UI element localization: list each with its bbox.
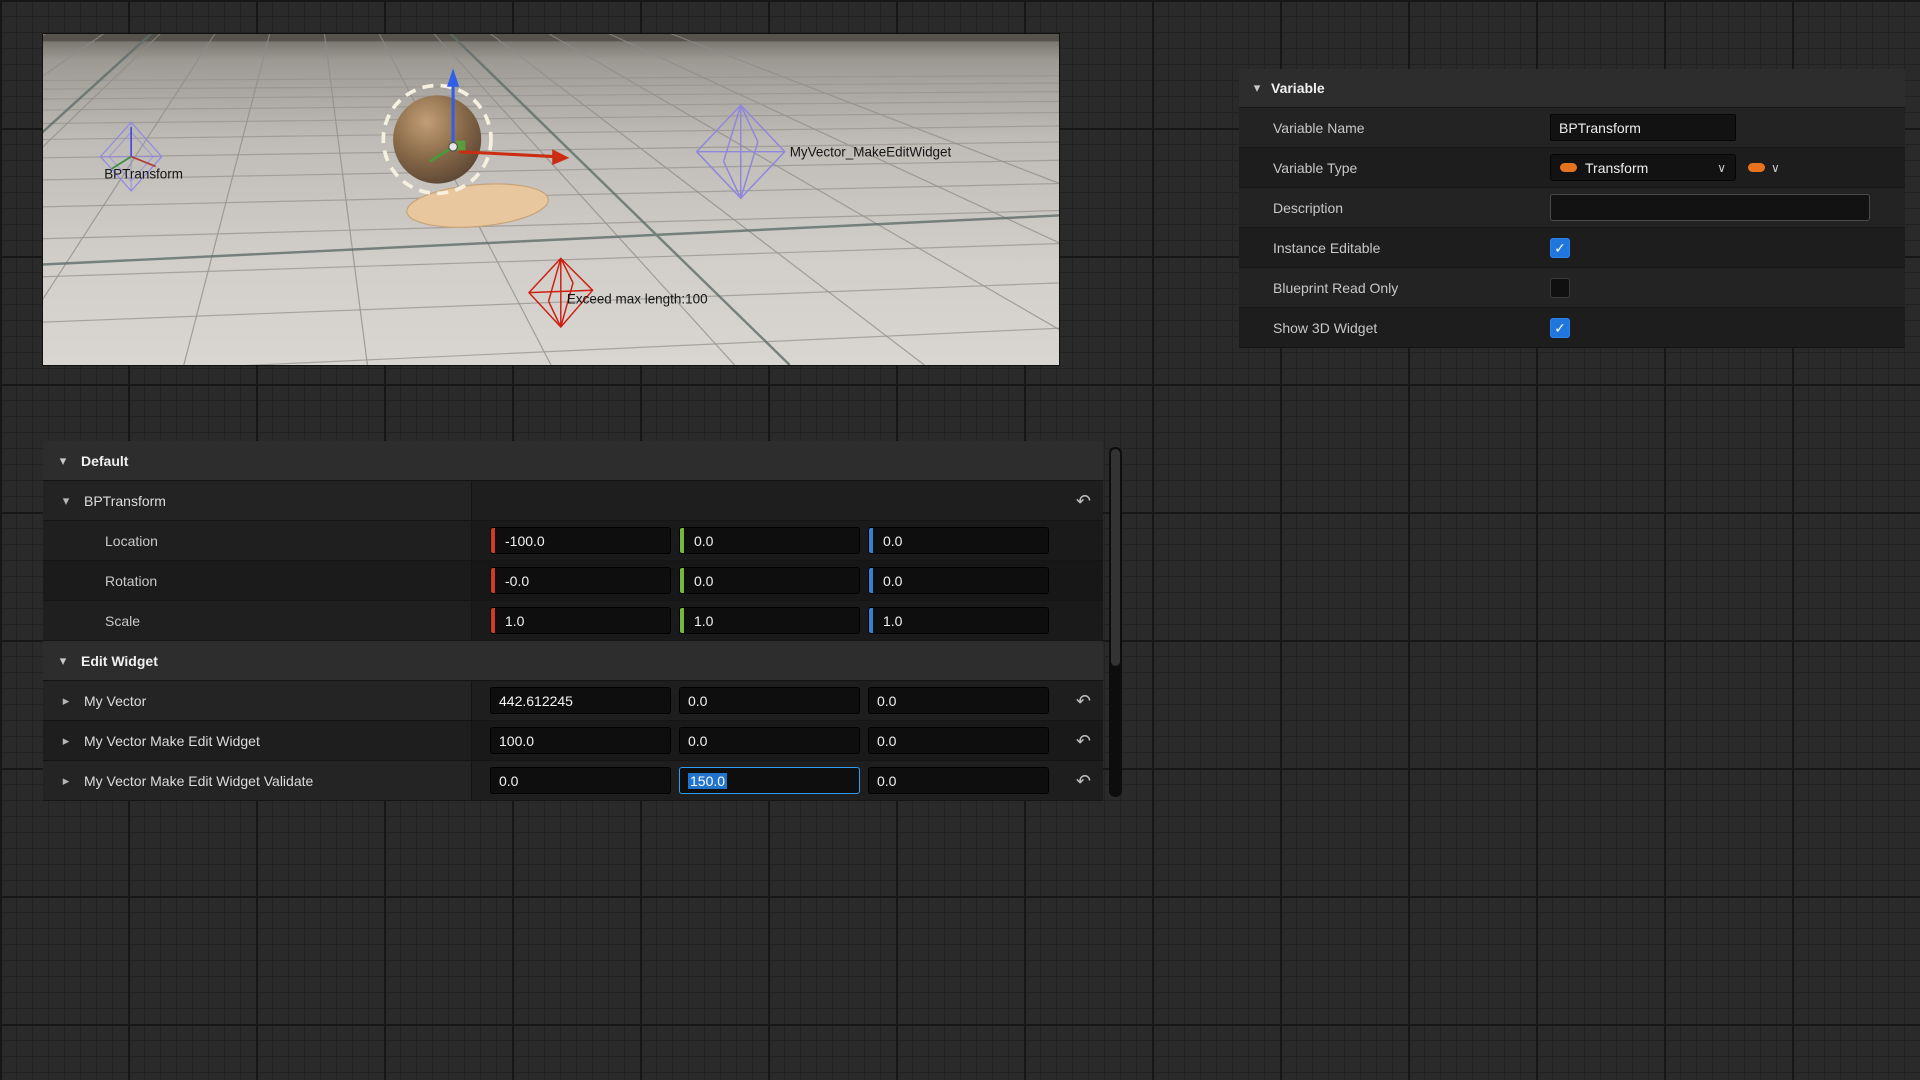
value-column xyxy=(471,481,1103,520)
checkmark-icon: ✓ xyxy=(1554,241,1566,255)
variable-name-row: Variable Name xyxy=(1239,108,1905,148)
location-y-input[interactable] xyxy=(679,527,860,554)
my-vector-make-edit-widget-validate-row: ▸ My Vector Make Edit Widget Validate 15… xyxy=(43,761,1103,801)
description-input[interactable] xyxy=(1550,194,1870,221)
my-vector-z-input[interactable] xyxy=(868,687,1049,714)
y-axis-color-bar xyxy=(680,568,684,593)
collapse-arrow-icon[interactable]: ▾ xyxy=(51,453,75,469)
viewport-label-myvector: MyVector_MakeEditWidget xyxy=(790,145,952,160)
collapse-arrow-icon[interactable]: ▾ xyxy=(54,493,78,509)
collapse-arrow-icon[interactable]: ▾ xyxy=(1245,80,1269,96)
category-header-default[interactable]: ▾ Default xyxy=(43,441,1103,481)
make-edit-widget-x-input[interactable] xyxy=(490,727,671,754)
viewport-label-bptransform: BPTransform xyxy=(104,167,183,182)
rotation-z-input[interactable] xyxy=(868,567,1049,594)
y-axis-color-bar xyxy=(680,528,684,553)
instance-editable-checkbox[interactable]: ✓ xyxy=(1550,238,1570,258)
validate-x-input[interactable] xyxy=(490,767,671,794)
scale-z-input[interactable] xyxy=(868,607,1049,634)
variable-name-input[interactable] xyxy=(1550,114,1736,141)
viewport-render: BPTransform xyxy=(43,34,1059,365)
blueprint-read-only-row: Blueprint Read Only ✓ xyxy=(1239,268,1905,308)
rotation-label: Rotation xyxy=(105,573,157,589)
my-vector-y-input[interactable] xyxy=(679,687,860,714)
container-type-dropdown[interactable]: ∨ xyxy=(1748,154,1780,181)
reset-to-default-icon[interactable]: ↶ xyxy=(1076,732,1091,750)
variable-details-panel: ▾ Variable Variable Name Variable Type T… xyxy=(1239,69,1905,348)
validate-z-input[interactable] xyxy=(868,767,1049,794)
variable-type-row: Variable Type Transform ∨ ∨ xyxy=(1239,148,1905,188)
gizmo-origin[interactable] xyxy=(449,142,458,151)
blueprint-read-only-label: Blueprint Read Only xyxy=(1273,280,1398,296)
make-edit-widget-y-input[interactable] xyxy=(679,727,860,754)
chevron-down-icon: ∨ xyxy=(1717,161,1726,175)
scale-label: Scale xyxy=(105,613,140,629)
chevron-down-icon: ∨ xyxy=(1771,161,1780,175)
location-label: Location xyxy=(105,533,158,549)
rotation-y-input[interactable] xyxy=(679,567,860,594)
show-3d-widget-row: Show 3D Widget ✓ xyxy=(1239,308,1905,348)
rotation-row: Rotation xyxy=(43,561,1103,601)
struct-row-label: BPTransform xyxy=(84,493,166,509)
x-axis-color-bar xyxy=(491,528,495,553)
category-header-edit-widget[interactable]: ▾ Edit Widget xyxy=(43,641,1103,681)
defaults-details-panel: ▾ Default ▾ BPTransform ↶ Location Rotat… xyxy=(43,441,1103,801)
description-label: Description xyxy=(1273,200,1343,216)
details-scrollbar[interactable] xyxy=(1109,447,1122,797)
transform-type-pill-icon xyxy=(1560,163,1577,172)
bptransform-struct-row[interactable]: ▾ BPTransform ↶ xyxy=(43,481,1103,521)
my-vector-row: ▸ My Vector ↶ xyxy=(43,681,1103,721)
reset-to-default-icon[interactable]: ↶ xyxy=(1076,492,1091,510)
my-vector-make-edit-widget-validate-label: My Vector Make Edit Widget Validate xyxy=(84,773,313,789)
location-x-input[interactable] xyxy=(490,527,671,554)
viewport-label-exceed: Exceed max length:100 xyxy=(567,292,708,307)
scale-y-input[interactable] xyxy=(679,607,860,634)
reset-to-default-icon[interactable]: ↶ xyxy=(1076,772,1091,790)
expand-arrow-icon[interactable]: ▸ xyxy=(54,733,78,749)
sphere-billboard[interactable] xyxy=(393,95,481,183)
description-row: Description xyxy=(1239,188,1905,228)
category-title: Edit Widget xyxy=(81,653,158,669)
z-axis-color-bar xyxy=(869,568,873,593)
z-axis-color-bar xyxy=(869,608,873,633)
my-vector-label: My Vector xyxy=(84,693,146,709)
scale-row: Scale xyxy=(43,601,1103,641)
my-vector-make-edit-widget-label: My Vector Make Edit Widget xyxy=(84,733,260,749)
variable-section-header[interactable]: ▾ Variable xyxy=(1239,69,1905,108)
variable-section-title: Variable xyxy=(1271,80,1325,96)
variable-type-dropdown[interactable]: Transform ∨ xyxy=(1550,154,1736,181)
blueprint-read-only-checkbox[interactable]: ✓ xyxy=(1550,278,1570,298)
selected-text: 150.0 xyxy=(688,773,727,789)
category-title: Default xyxy=(81,453,128,469)
checkmark-icon: ✓ xyxy=(1554,321,1566,335)
variable-name-label: Variable Name xyxy=(1273,120,1365,136)
z-axis-color-bar xyxy=(869,528,873,553)
variable-type-label: Variable Type xyxy=(1273,160,1357,176)
expand-arrow-icon[interactable]: ▸ xyxy=(54,773,78,789)
expand-arrow-icon[interactable]: ▸ xyxy=(54,693,78,709)
make-edit-widget-z-input[interactable] xyxy=(868,727,1049,754)
reset-to-default-icon[interactable]: ↶ xyxy=(1076,692,1091,710)
my-vector-make-edit-widget-row: ▸ My Vector Make Edit Widget ↶ xyxy=(43,721,1103,761)
collapse-arrow-icon[interactable]: ▾ xyxy=(51,653,75,669)
level-viewport-preview[interactable]: BPTransform xyxy=(43,34,1059,365)
location-row: Location xyxy=(43,521,1103,561)
y-axis-color-bar xyxy=(680,608,684,633)
container-type-pill-icon xyxy=(1748,163,1765,172)
instance-editable-row: Instance Editable ✓ xyxy=(1239,228,1905,268)
variable-type-value: Transform xyxy=(1585,160,1648,176)
my-vector-x-input[interactable] xyxy=(490,687,671,714)
x-axis-color-bar xyxy=(491,568,495,593)
show-3d-widget-checkbox[interactable]: ✓ xyxy=(1550,318,1570,338)
scrollbar-thumb[interactable] xyxy=(1111,449,1120,666)
x-axis-color-bar xyxy=(491,608,495,633)
rotation-x-input[interactable] xyxy=(490,567,671,594)
validate-y-input[interactable]: 150.0 xyxy=(679,767,860,794)
show-3d-widget-label: Show 3D Widget xyxy=(1273,320,1377,336)
blueprint-graph-canvas[interactable]: BPTransform xyxy=(0,0,1920,1080)
scale-x-input[interactable] xyxy=(490,607,671,634)
location-z-input[interactable] xyxy=(868,527,1049,554)
instance-editable-label: Instance Editable xyxy=(1273,240,1380,256)
